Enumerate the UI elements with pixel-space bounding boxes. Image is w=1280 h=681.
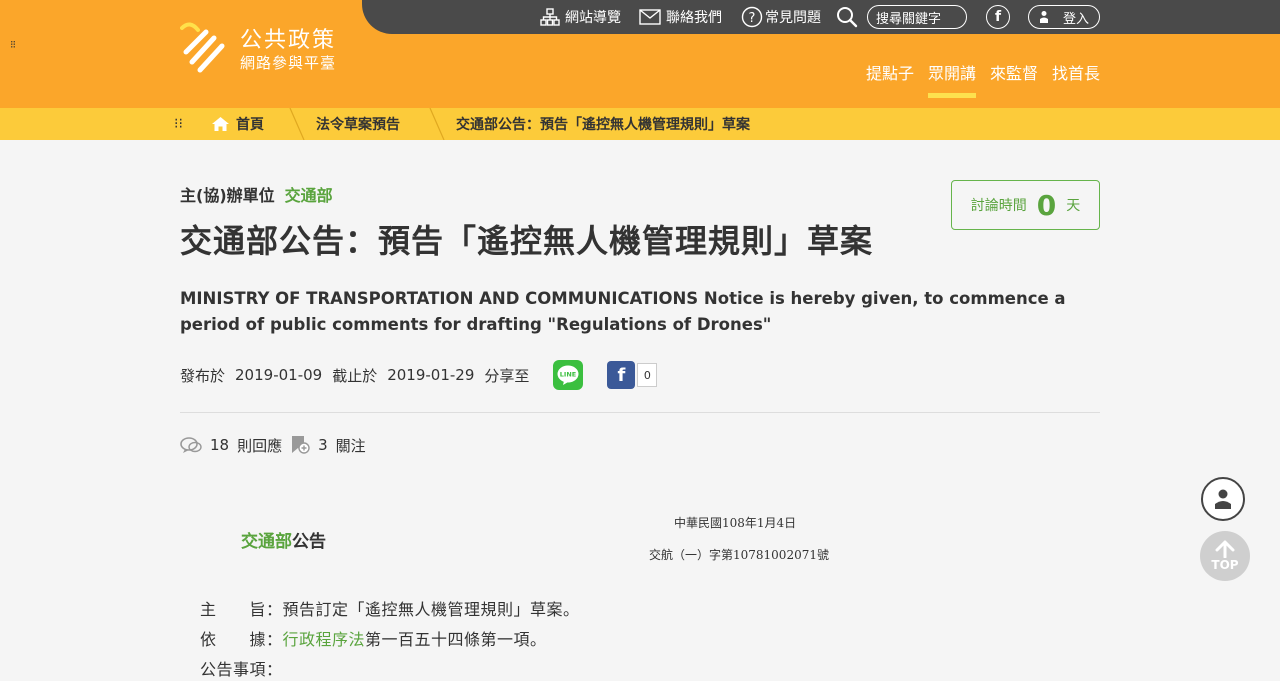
facebook-share-button[interactable]: f [607, 361, 636, 389]
basis-link[interactable]: 行政程序法 [283, 630, 366, 649]
subject-label: 主 旨： [200, 600, 283, 619]
discussion-unit: 天 [1066, 198, 1081, 214]
login-button[interactable]: 登入 [1028, 0, 1101, 34]
tab-discussion[interactable]: 眾開講 [927, 60, 976, 98]
breadcrumb: ⁝⁝ 首頁 法令草案預告 交通部公告：預告「遙控無人機管理規則」草案 [0, 108, 1280, 140]
deadline-label: 截止於 [332, 366, 378, 385]
sitemap-label: 網站導覽 [565, 10, 621, 26]
comments-icon [180, 437, 202, 453]
back-to-top-button[interactable]: TOP [1200, 531, 1250, 581]
home-icon [212, 117, 229, 131]
breadcrumb-level1[interactable]: 法令草案預告 [316, 108, 400, 140]
document-notice-label: 公告事項： [200, 660, 283, 679]
mail-icon [639, 9, 661, 25]
search-area: 搜尋關鍵字 [836, 0, 967, 34]
logo-title: 公共政策 [240, 28, 337, 53]
nav-faq[interactable]: ? 常見問題 [741, 0, 821, 34]
nav-sitemap[interactable]: 網站導覽 [540, 0, 621, 34]
english-title: MINISTRY OF TRANSPORTATION AND COMMUNICA… [180, 289, 1066, 334]
floating-user-button[interactable] [1201, 477, 1245, 521]
discussion-time-label: 討論時間 [970, 198, 1027, 214]
discussion-days: 0 [1036, 188, 1057, 222]
organizer-label: 主(協)辦單位 [180, 186, 275, 205]
user-profile-icon [1215, 489, 1231, 509]
facebook-link[interactable]: f [986, 0, 1010, 34]
reply-label[interactable]: 則回應 [237, 435, 282, 456]
nav-contact[interactable]: 聯絡我們 [639, 0, 722, 34]
svg-text:?: ? [749, 11, 756, 26]
facebook-share-count: 0 [637, 363, 658, 387]
breadcrumb-separator [429, 108, 445, 140]
tab-ideas[interactable]: 提點子 [866, 60, 914, 98]
facebook-icon: f [986, 5, 1010, 29]
follow-label: 關注 [335, 436, 366, 455]
site-header: ⁝⁝ 公共政策 網路參與平臺 網站導覽 聯絡我們 ? 常見問題 搜尋關鍵字 f … [0, 0, 1280, 108]
login-label: 登入 [1063, 11, 1090, 27]
document-heading: 交通部公告 [241, 527, 326, 552]
site-logo[interactable]: 公共政策 網路參與平臺 [180, 20, 360, 80]
question-icon: ? [741, 6, 763, 28]
user-icon [1040, 11, 1048, 23]
breadcrumb-menu-icon[interactable]: ⁝⁝ [174, 108, 183, 140]
sitemap-icon [540, 8, 560, 26]
subject-text: 預告訂定「遙控無人機管理規則」草案。 [282, 600, 580, 619]
basis-label: 依 據： [200, 630, 283, 649]
deadline-date: 2019-01-29 [387, 366, 475, 384]
search-input[interactable]: 搜尋關鍵字 [867, 5, 967, 29]
breadcrumb-home-label: 首頁 [236, 117, 264, 133]
divider [180, 412, 1100, 413]
tab-supervise[interactable]: 來監督 [990, 60, 1038, 98]
document-heading-suffix: 公告 [292, 532, 326, 552]
breadcrumb-separator [289, 108, 305, 140]
document-subject: 主 旨：預告訂定「遙控無人機管理規則」草案。 [200, 596, 580, 620]
faq-label: 常見問題 [765, 10, 821, 26]
facebook-share-icon: f [617, 364, 626, 386]
breadcrumb-current: 交通部公告：預告「遙控無人機管理規則」草案 [456, 117, 750, 133]
document-date: 中華民國108年1月4日 [674, 516, 797, 530]
arrow-up-icon [1215, 540, 1235, 558]
line-share-button[interactable]: LINE [553, 360, 584, 390]
follow-icon[interactable] [290, 435, 310, 455]
back-to-top-label: TOP [1211, 558, 1239, 572]
main-content: 主(協)辦單位 交通部 交通部公告：預告「遙控無人機管理規則」草案 討論時間 0 … [0, 140, 1280, 681]
contact-label: 聯絡我們 [666, 10, 722, 26]
breadcrumb-home[interactable]: 首頁 [211, 108, 264, 140]
line-icon: LINE [557, 365, 579, 385]
follow-count: 3 [318, 436, 328, 454]
organizer-name[interactable]: 交通部 [285, 186, 333, 205]
document-reference: 交航（一）字第10781002071號 [649, 548, 829, 562]
search-icon[interactable] [836, 6, 858, 28]
meta-row: 發布於 2019-01-09 截止於 2019-01-29 分享至 LINE f… [180, 360, 658, 390]
document-heading-org[interactable]: 交通部 [241, 532, 292, 552]
share-label: 分享至 [484, 366, 530, 385]
menu-dots-icon[interactable]: ⁝⁝ [10, 38, 16, 51]
basis-text: 第一百五十四條第一項。 [365, 630, 547, 649]
discussion-time-box: 討論時間 0 天 [951, 180, 1100, 230]
document-basis: 依 據：行政程序法第一百五十四條第一項。 [200, 626, 547, 650]
page-title: 交通部公告：預告「遙控無人機管理規則」草案 [180, 222, 874, 260]
tab-officials[interactable]: 找首長 [1052, 60, 1100, 98]
published-label: 發布於 [180, 366, 226, 385]
reply-count: 18 [210, 436, 230, 454]
utility-bar [362, 0, 1280, 34]
logo-subtitle: 網路參與平臺 [240, 54, 337, 72]
published-date: 2019-01-09 [235, 366, 323, 384]
organizer-row: 主(協)辦單位 交通部 [180, 182, 333, 206]
main-nav: 提點子 眾開講 來監督 找首長 [866, 60, 1100, 98]
stats-row: 18 則回應 3 關注 [180, 432, 366, 458]
logo-icon [180, 22, 225, 73]
svg-text:LINE: LINE [560, 371, 576, 379]
